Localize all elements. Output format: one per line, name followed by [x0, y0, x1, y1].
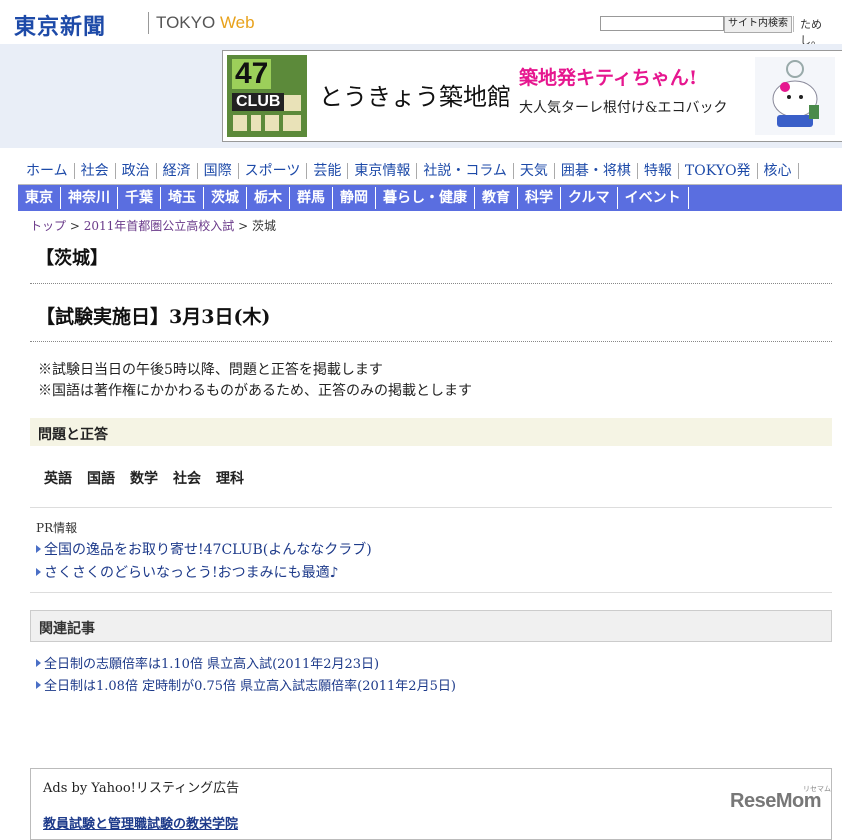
pr-label: PR情報 — [36, 521, 78, 535]
breadcrumb-separator: > — [234, 219, 252, 233]
primary-nav: ホーム 社会 政治 経済 国際 スポーツ 芸能 東京情報 社説・コラム 天気 囲碁・将棋 特報 TOKY… — [18, 158, 799, 184]
nav-item[interactable]: スポーツ — [239, 163, 308, 179]
notice-text: ※国語は著作権にかかわるものがあるため、正答のみの掲載とします — [38, 383, 472, 399]
qa-section-header: 問題と正答 — [30, 418, 832, 446]
region-nav-item[interactable]: クルマ — [561, 187, 618, 209]
nav-item[interactable]: 社説・コラム — [417, 163, 514, 179]
site-logo[interactable]: 東京新聞 — [14, 9, 106, 41]
triangle-right-icon — [36, 659, 41, 667]
resemom-watermark: ReseMom — [730, 790, 821, 812]
triangle-right-icon — [36, 681, 41, 689]
breadcrumb-current: 茨城 — [251, 219, 276, 233]
region-nav-item[interactable]: 科学 — [518, 187, 561, 209]
nav-item[interactable]: 天気 — [514, 163, 555, 179]
nav-item[interactable]: 芸能 — [307, 163, 349, 179]
banner-subtext: 大人気ターレ根付け&エコバック — [519, 100, 728, 116]
region-nav-item[interactable]: 埼玉 — [161, 187, 204, 209]
subject-list: 英語 国語 数学 社会 理科 — [44, 468, 244, 488]
header-divider — [793, 16, 794, 32]
sponsored-ads-box: Ads by Yahoo!リスティング広告 教員試験と管理職試験の教栄学院 — [30, 768, 832, 840]
nav-item[interactable]: 経済 — [157, 163, 198, 179]
breadcrumb-category[interactable]: 2011年首都圏公立高校入試 — [84, 219, 235, 233]
related-articles-title: 関連記事 — [39, 621, 95, 637]
pr-link-text: 全国の逸品をお取り寄せ!47CLUB(よんななクラブ) — [44, 542, 372, 558]
related-article-link[interactable]: 全日制は1.08倍 定時制が0.75倍 県立高入試志願倍率(2011年2月5日) — [36, 675, 456, 694]
related-articles-header: 関連記事 — [30, 610, 832, 642]
breadcrumb: トップ > 2011年首都圏公立高校入試 > 茨城 — [30, 217, 276, 234]
subject-link[interactable]: 国語 — [87, 468, 115, 488]
site-search-button[interactable]: サイト内検索 — [724, 16, 792, 33]
triangle-right-icon — [36, 568, 41, 576]
nav-item[interactable]: 東京情報 — [348, 163, 418, 179]
breadcrumb-separator: > — [66, 219, 84, 233]
dotted-divider — [30, 341, 832, 342]
banner-area: 47 CLUB とうきょう築地館 築地発キティちゃん! 大人気ターレ根付け&エコ… — [0, 44, 842, 148]
section-divider — [30, 592, 832, 593]
banner-headline: 築地発キティちゃん! — [519, 67, 698, 89]
region-nav-item[interactable]: 茨城 — [204, 187, 247, 209]
subject-link[interactable]: 理科 — [216, 468, 244, 488]
region-nav-item[interactable]: イベント — [618, 187, 689, 209]
exam-date-heading: 【試験実施日】3月3日(木) — [36, 306, 271, 328]
site-search-input[interactable] — [600, 16, 724, 31]
nav-item[interactable]: TOKYO発 — [679, 163, 758, 179]
nav-item[interactable]: ホーム — [18, 163, 75, 179]
region-nav-item[interactable]: 東京 — [18, 187, 61, 209]
region-nav-item[interactable]: 静岡 — [333, 187, 376, 209]
notice-text: ※試験日当日の午後5時以降、問題と正答を掲載します — [38, 362, 383, 378]
nav-item[interactable]: 囲碁・将棋 — [555, 163, 638, 179]
region-nav-item[interactable]: 栃木 — [247, 187, 290, 209]
ad-link[interactable]: 教員試験と管理職試験の教栄学院 — [43, 813, 238, 832]
site-header: 東京新聞 TOKYO Web サイト内検索 ためし。 — [0, 0, 842, 47]
subject-link[interactable]: 英語 — [44, 468, 72, 488]
region-nav-item[interactable]: 千葉 — [118, 187, 161, 209]
region-nav-item[interactable]: 暮らし・健康 — [376, 187, 475, 209]
47club-logo: 47 CLUB — [227, 55, 307, 137]
nav-item[interactable]: 特報 — [638, 163, 679, 179]
related-article-link[interactable]: 全日制の志願倍率は1.10倍 県立高入試(2011年2月23日) — [36, 653, 379, 672]
kitty-product-image — [755, 57, 835, 135]
ad-banner[interactable]: 47 CLUB とうきょう築地館 築地発キティちゃん! 大人気ターレ根付け&エコ… — [222, 50, 842, 142]
nav-item[interactable]: 政治 — [116, 163, 157, 179]
pr-link[interactable]: 全国の逸品をお取り寄せ!47CLUB(よんななクラブ) — [36, 539, 372, 559]
banner-main-text: とうきょう築地館 — [319, 83, 511, 111]
qa-section-title: 問題と正答 — [38, 427, 108, 443]
breadcrumb-top[interactable]: トップ — [30, 219, 66, 233]
pr-link[interactable]: さくさくのどらいなっとう!おつまみにも最適♪ — [36, 562, 339, 582]
tokyo-web-suffix: Web — [219, 13, 255, 32]
dotted-divider — [30, 283, 832, 284]
page-title: 【茨城】 — [36, 248, 108, 269]
region-nav-item[interactable]: 神奈川 — [61, 187, 118, 209]
logo-divider — [148, 12, 149, 34]
tokyo-web-logo[interactable]: TOKYO Web — [156, 13, 255, 33]
tokyo-web-prefix: TOKYO — [156, 13, 220, 32]
secondary-nav: 東京 神奈川 千葉 埼玉 茨城 栃木 群馬 静岡 暮らし・健康 教育 科学 クルマ イベント — [18, 185, 842, 211]
subject-link[interactable]: 数学 — [130, 468, 158, 488]
ads-label[interactable]: Ads by Yahoo!リスティング広告 — [43, 777, 239, 796]
triangle-right-icon — [36, 545, 41, 553]
subject-link[interactable]: 社会 — [173, 468, 201, 488]
nav-item[interactable]: 核心 — [758, 163, 799, 179]
nav-item[interactable]: 社会 — [75, 163, 116, 179]
related-article-text: 全日制は1.08倍 定時制が0.75倍 県立高入試志願倍率(2011年2月5日) — [44, 679, 456, 694]
related-article-text: 全日制の志願倍率は1.10倍 県立高入試(2011年2月23日) — [44, 657, 380, 672]
region-nav-item[interactable]: 教育 — [475, 187, 518, 209]
region-nav-item[interactable]: 群馬 — [290, 187, 333, 209]
47club-label: CLUB — [232, 93, 285, 111]
pr-link-text: さくさくのどらいなっとう!おつまみにも最適♪ — [44, 565, 339, 581]
47club-number: 47 — [232, 59, 272, 89]
section-divider — [30, 507, 832, 508]
nav-item[interactable]: 国際 — [198, 163, 239, 179]
